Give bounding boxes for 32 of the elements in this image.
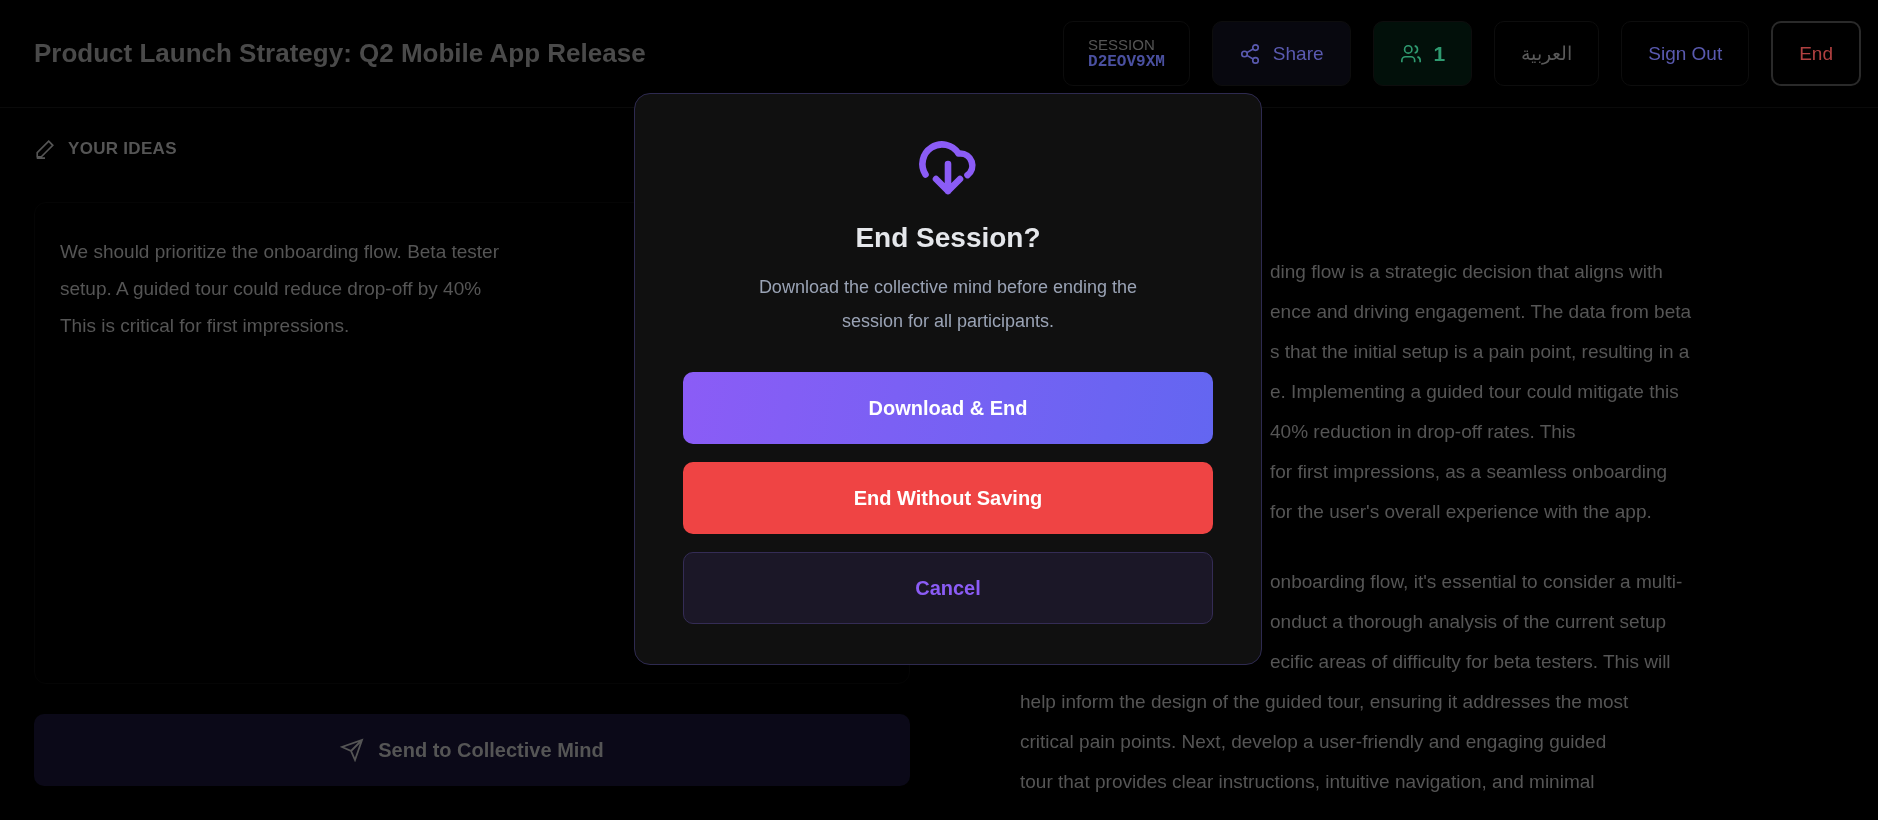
section-heading: YOUR IDEAS bbox=[68, 139, 177, 159]
session-badge: SESSION D2EOV9XM bbox=[1063, 21, 1190, 86]
participants-button[interactable]: 1 bbox=[1372, 21, 1473, 86]
dialog-message: Download the collective mind before ending the session for all participants. bbox=[757, 276, 1139, 333]
send-icon bbox=[340, 738, 365, 762]
response-text-line: tour that provides clear instructions, intuitive navigation, and minimal bbox=[1020, 770, 1595, 794]
download-end-button[interactable]: Download & End bbox=[683, 372, 1213, 444]
dialog-title: End Session? bbox=[855, 222, 1041, 254]
response-text-line: critical pain points. Next, develop a user-friendly and engaging guided bbox=[1020, 730, 1607, 754]
response-text-line: e. Implementing a guided tour could mitigate this bbox=[1270, 380, 1679, 404]
pencil-icon bbox=[34, 138, 56, 160]
response-text-line: for the user's overall experience with the app. bbox=[1270, 500, 1652, 524]
session-title: Product Launch Strategy: Q2 Mobile App Release bbox=[34, 38, 646, 69]
response-text-line: ence and driving engagement. The data from beta bbox=[1270, 300, 1692, 324]
sign-out-button[interactable]: Sign Out bbox=[1621, 21, 1750, 86]
response-text-line: help inform the design of the guided tour, ensuring it addresses the most bbox=[1020, 690, 1629, 714]
response-text-line: for first impressions, as a seamless onboarding bbox=[1270, 460, 1668, 484]
share-icon bbox=[1238, 42, 1261, 65]
response-text-line: onduct a thorough analysis of the current setup bbox=[1270, 610, 1667, 634]
send-button[interactable]: Send to Collective Mind bbox=[34, 714, 910, 786]
share-button[interactable]: Share bbox=[1211, 21, 1351, 86]
cancel-button[interactable]: Cancel bbox=[683, 552, 1213, 624]
response-text-line: 40% reduction in drop-off rates. This bbox=[1270, 420, 1576, 444]
language-button[interactable]: العربية bbox=[1494, 21, 1600, 86]
end-without-saving-button[interactable]: End Without Saving bbox=[683, 462, 1213, 534]
users-icon bbox=[1399, 42, 1422, 65]
response-text-line: s that the initial setup is a pain point, resulting in a bbox=[1270, 340, 1690, 364]
response-text-line: onboarding flow, it's essential to consider a multi- bbox=[1270, 570, 1683, 594]
end-button[interactable]: End bbox=[1771, 21, 1861, 86]
idea-text: We should prioritize the onboarding flow. Beta tester setup. A guided tour could reduce drop-off by 40% This is critical for first impressions. bbox=[60, 240, 499, 338]
response-text-line: ding flow is a strategic decision that aligns with bbox=[1270, 260, 1663, 284]
response-text-line: ecific areas of difficulty for beta testers. This will bbox=[1270, 650, 1671, 674]
